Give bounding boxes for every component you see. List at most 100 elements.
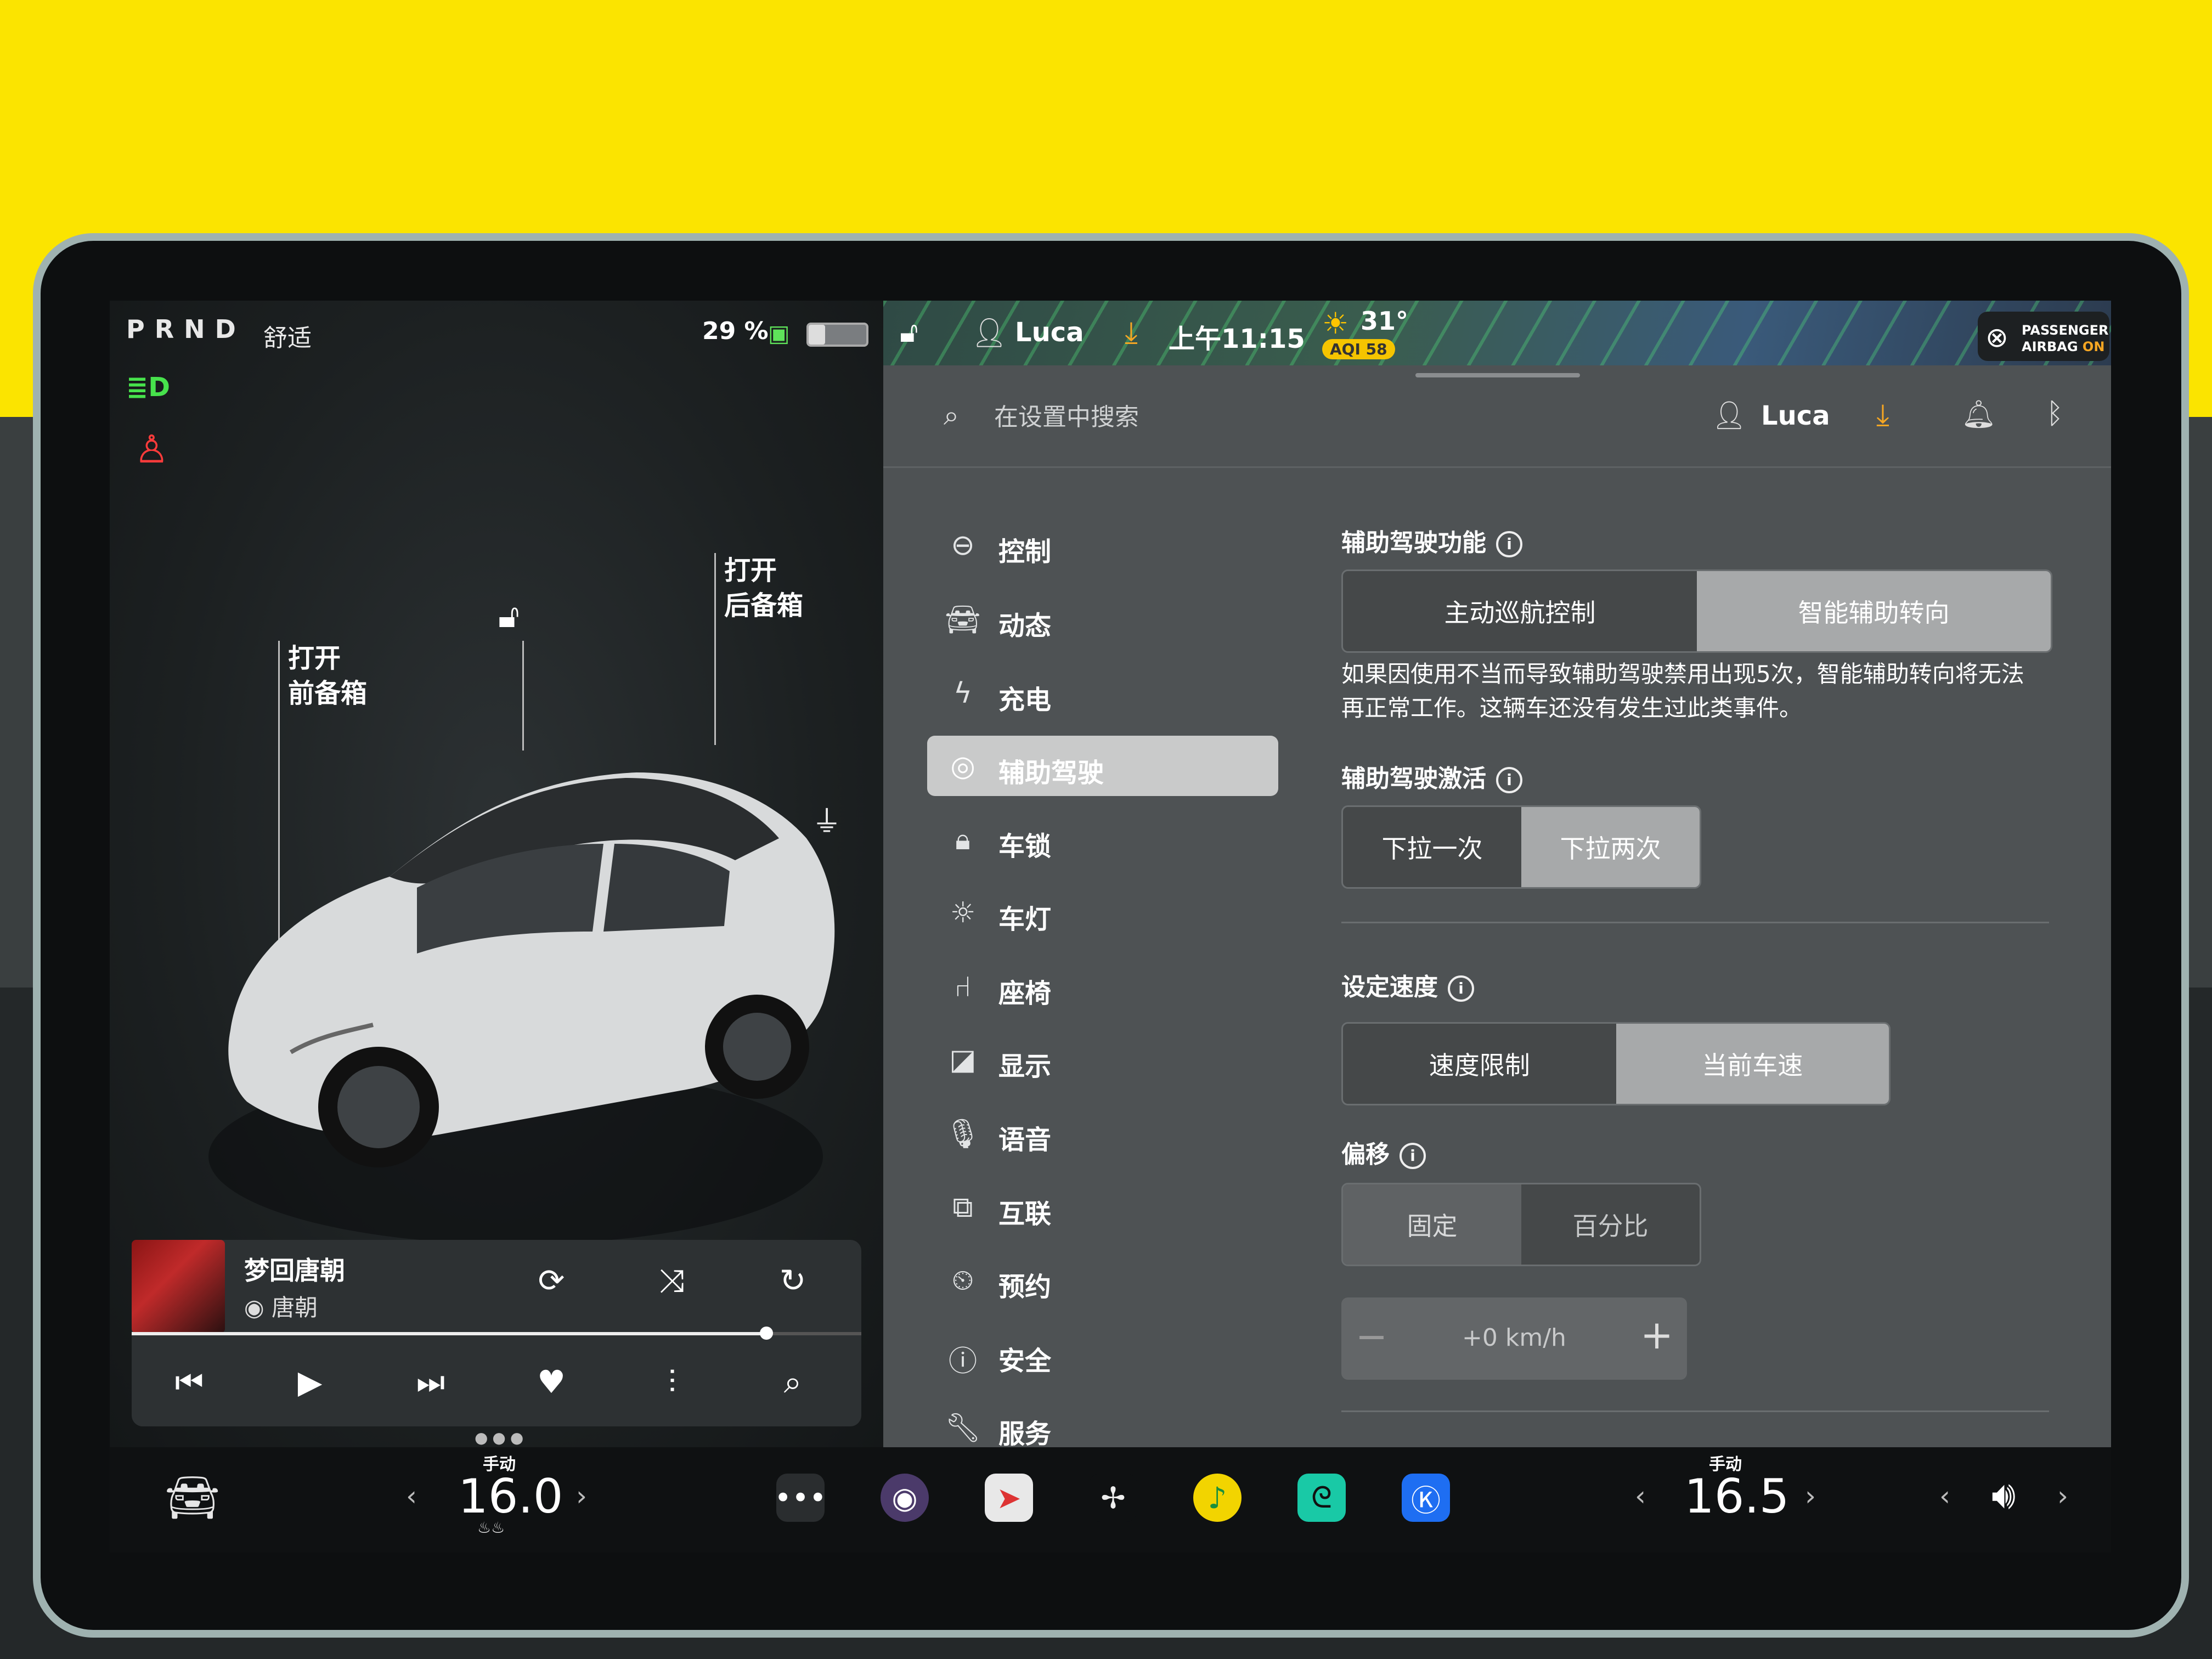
car-icon[interactable]: 🚘︎ <box>165 1472 221 1523</box>
topbar-user-name[interactable]: Luca <box>1015 317 1084 348</box>
seatbelt-warning-icon: ♙ <box>134 427 169 472</box>
equalizer-icon[interactable]: ⫶ <box>647 1363 697 1401</box>
nav-item-display[interactable]: ◪ 显示 <box>927 1029 1278 1090</box>
section-divider <box>1341 1410 2049 1412</box>
nav-item-charging[interactable]: ϟ 充电 <box>927 663 1278 723</box>
autopilot-activation-selector: 下拉一次 下拉两次 <box>1341 805 1701 889</box>
driver-temperature[interactable]: 16.0 <box>458 1469 563 1524</box>
option-pull-once[interactable]: 下拉一次 <box>1343 807 1521 887</box>
card-drag-handle[interactable] <box>1415 373 1580 377</box>
nav-item-autopilot[interactable]: ◎ 辅助驾驶 <box>927 736 1278 796</box>
info-icon[interactable]: i <box>1400 1143 1426 1169</box>
passenger-airbag-indicator: ⊗ PASSENGER AIRBAG ON <box>1978 312 2109 361</box>
display-icon: ◪ <box>949 1043 977 1076</box>
increase-offset-button[interactable]: + <box>1638 1312 1676 1358</box>
page-indicator-dots: ●●● <box>475 1429 528 1447</box>
nav-item-lights[interactable]: ☼ 车灯 <box>927 882 1278 943</box>
kugou-icon[interactable]: Ⓚ <box>1402 1474 1450 1522</box>
lock-status-icon[interactable]: 🔓︎ <box>900 316 918 349</box>
airbag-line1: PASSENGER <box>2022 323 2109 338</box>
info-icon[interactable]: i <box>1496 531 1522 557</box>
settings-search-input[interactable] <box>993 403 1324 432</box>
volume-icon[interactable]: 🔊︎ <box>1991 1472 2016 1518</box>
radio-source-icon[interactable]: ⟳ <box>527 1262 576 1299</box>
nav-item-schedule[interactable]: ⏲ 预约 <box>927 1250 1278 1310</box>
autopilot-features-selector: 主动巡航控制 智能辅助转向 <box>1341 569 2052 653</box>
progress-handle[interactable] <box>760 1327 774 1340</box>
playback-progress-bar[interactable] <box>132 1327 861 1340</box>
play-icon[interactable]: ▶ <box>285 1363 335 1401</box>
passenger-temperature[interactable]: 16.5 <box>1684 1469 1789 1524</box>
nav-item-dynamics[interactable]: 🚘︎ 动态 <box>927 589 1278 649</box>
nav-item-controls[interactable]: ⊖ 控制 <box>927 515 1278 575</box>
favorite-heart-icon[interactable]: ♥ <box>527 1363 576 1401</box>
trunk-label-line1: 打开 <box>724 555 777 586</box>
media-search-icon[interactable]: ⌕ <box>768 1363 817 1401</box>
option-current-speed[interactable]: 当前车速 <box>1616 1024 1889 1104</box>
option-autosteer[interactable]: 智能辅助转向 <box>1697 571 2051 651</box>
more-icon[interactable]: ••• <box>774 1474 827 1522</box>
left-temp-down-icon[interactable]: ‹ <box>406 1480 417 1512</box>
nav-label: 预约 <box>998 1272 1052 1302</box>
trunk-open-button[interactable]: 打开 后备箱 <box>724 553 803 623</box>
unlock-icon[interactable]: 🔓︎ <box>498 597 520 635</box>
settings-pane: 🔓︎ 👤︎ Luca ⤓ 上午11:15 ☀ 31° AQI 58 ⊗ PASS… <box>883 301 2111 1449</box>
search-icon: ⌕ <box>944 399 959 431</box>
steering-wheel-icon: ◎ <box>950 750 975 783</box>
header-user-name[interactable]: Luca <box>1761 400 1830 431</box>
progress-fill <box>132 1332 767 1335</box>
fan-icon[interactable]: ✢ <box>1089 1474 1137 1522</box>
airbag-icon: ⊗ <box>1985 321 2008 353</box>
seat-heater-icon[interactable]: ♨♨ <box>477 1519 505 1537</box>
profile-icon[interactable]: 👤︎ <box>971 316 1007 349</box>
profile-icon[interactable]: 👤︎ <box>1712 399 1746 432</box>
info-icon[interactable]: i <box>1496 767 1522 793</box>
schedule-icon: ⏲ <box>951 1264 974 1297</box>
option-pull-twice[interactable]: 下拉两次 <box>1521 807 1700 887</box>
tencent-video-icon[interactable]: ᘓ <box>1297 1474 1346 1522</box>
artist-name: ◉ 唐朝 <box>244 1294 318 1321</box>
nav-label: 语音 <box>998 1125 1052 1155</box>
nav-item-safety[interactable]: ⓘ 安全 <box>927 1324 1278 1384</box>
volume-up-icon[interactable]: › <box>2057 1480 2068 1512</box>
option-traffic-aware-cruise[interactable]: 主动巡航控制 <box>1343 571 1697 651</box>
nav-label: 车灯 <box>998 904 1052 935</box>
option-speed-limit[interactable]: 速度限制 <box>1343 1024 1616 1104</box>
nav-item-seats[interactable]: ⑁ 座椅 <box>927 956 1278 1017</box>
next-track-icon[interactable]: ⏭ <box>406 1363 455 1401</box>
previous-track-icon[interactable]: ⏮ <box>165 1363 214 1401</box>
nav-item-connectivity[interactable]: ⧉ 互联 <box>927 1177 1278 1237</box>
shuffle-icon[interactable]: ⤨ <box>647 1262 697 1300</box>
maps-icon[interactable]: ➤ <box>985 1474 1033 1522</box>
download-icon[interactable]: ⤓ <box>1125 315 1138 350</box>
software-download-icon[interactable]: ⤓ <box>1876 397 1889 432</box>
offset-title: 偏移 i <box>1341 1135 1426 1170</box>
battery-percentage: 29 % <box>702 317 769 345</box>
option-percentage[interactable]: 百分比 <box>1521 1184 1700 1265</box>
connectivity-icon: ⧉ <box>952 1191 973 1224</box>
set-speed-selector: 速度限制 当前车速 <box>1341 1022 1891 1105</box>
nav-item-locks[interactable]: 🔒︎ 车锁 <box>927 809 1278 870</box>
nav-label: 辅助驾驶 <box>998 758 1104 788</box>
car-icon: 🚘︎ <box>944 603 981 636</box>
option-fixed[interactable]: 固定 <box>1343 1184 1521 1265</box>
volume-down-icon[interactable]: ‹ <box>1939 1480 1950 1512</box>
bluetooth-icon[interactable]: ᛒ <box>2046 397 2063 430</box>
offset-stepper: − +0 km/h + <box>1341 1297 1687 1380</box>
left-temp-up-icon[interactable]: › <box>576 1480 587 1512</box>
nav-label: 座椅 <box>998 978 1052 1009</box>
notification-bell-icon[interactable]: 🔔︎ <box>1961 398 1996 431</box>
info-icon[interactable]: i <box>1448 975 1474 1002</box>
repeat-icon[interactable]: ↻ <box>768 1262 817 1299</box>
gear-indicator: PRND <box>126 314 246 344</box>
right-temp-down-icon[interactable]: ‹ <box>1635 1480 1646 1512</box>
camera-icon[interactable]: ◉ <box>881 1474 929 1522</box>
artist-label: 唐朝 <box>272 1294 318 1321</box>
qq-music-icon[interactable]: ♪ <box>1193 1474 1242 1522</box>
album-art[interactable] <box>132 1240 225 1333</box>
nav-item-voice[interactable]: 🎙︎ 语音 <box>927 1103 1278 1163</box>
nav-label: 服务 <box>998 1419 1052 1449</box>
decrease-offset-button[interactable]: − <box>1352 1314 1391 1359</box>
right-temp-up-icon[interactable]: › <box>1805 1480 1816 1512</box>
drive-mode[interactable]: 舒适 <box>263 318 312 353</box>
